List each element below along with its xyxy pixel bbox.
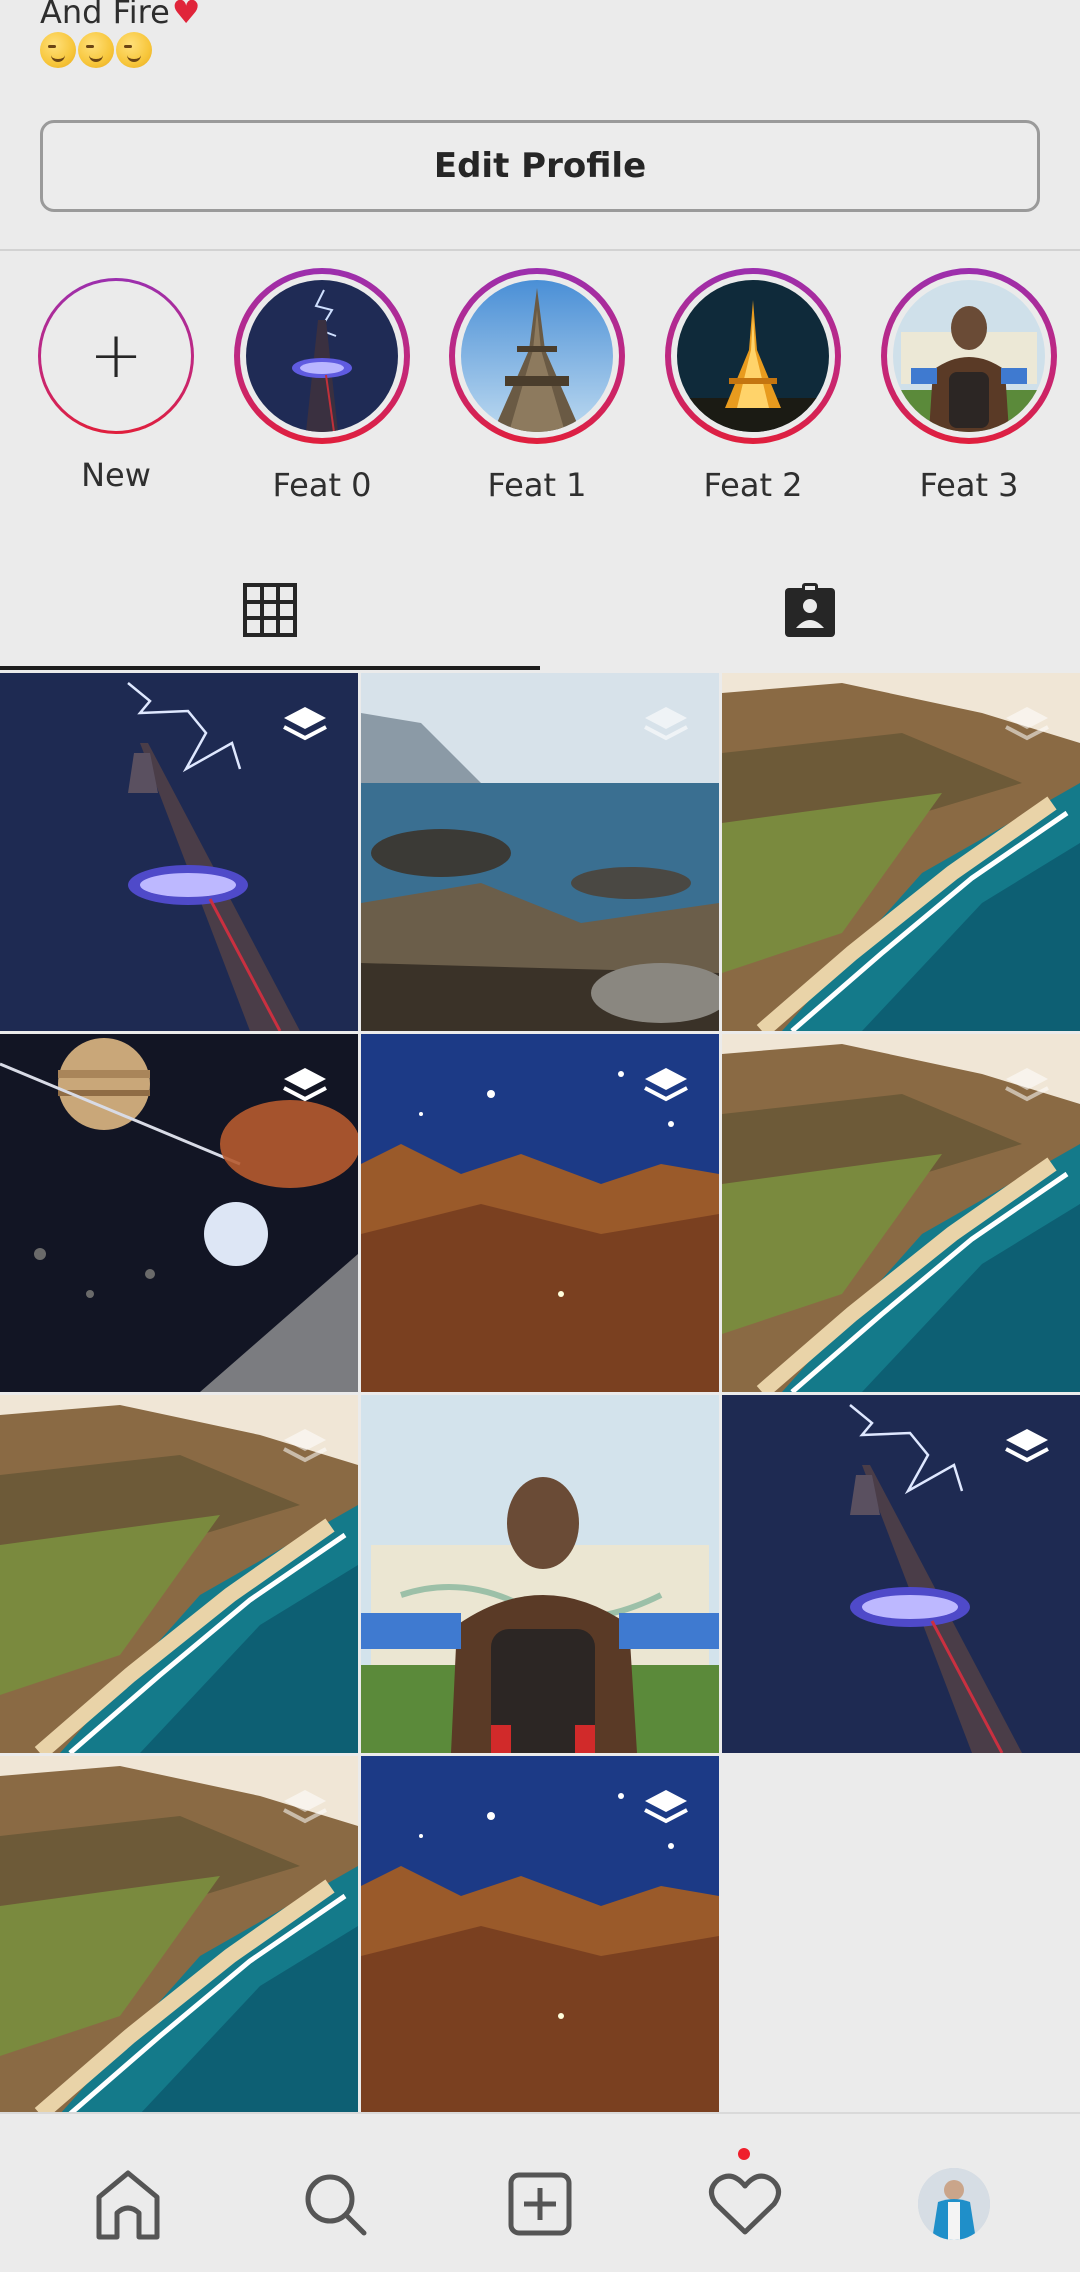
multiple-photos-icon (1005, 707, 1049, 741)
tagged-icon (785, 583, 835, 637)
multiple-photos-icon (644, 707, 688, 741)
bottom-navigation (0, 2112, 1080, 2272)
add-post-icon (508, 2172, 572, 2236)
multiple-photos-icon (1005, 1429, 1049, 1463)
highlight-label: Feat 3 (919, 466, 1019, 504)
highlight-image-eiffel-day (461, 280, 613, 432)
post-thumbnail[interactable] (722, 1034, 1080, 1392)
highlight-image-tower (246, 280, 398, 432)
post-thumbnail[interactable] (361, 1034, 719, 1392)
divider (0, 249, 1080, 251)
nav-create-post[interactable] (500, 2164, 580, 2244)
tab-tagged[interactable] (540, 550, 1080, 670)
nav-activity[interactable] (705, 2164, 785, 2244)
plus-icon: + (41, 281, 191, 431)
highlight-item[interactable]: Feat 3 (879, 262, 1059, 504)
nav-search[interactable] (295, 2164, 375, 2244)
bio-line: And Fire ♥ (40, 0, 1040, 32)
highlight-label: Feat 0 (272, 466, 372, 504)
post-thumbnail[interactable] (722, 1395, 1080, 1753)
multiple-photos-icon (283, 1429, 327, 1463)
highlight-label: Feat 2 (703, 466, 803, 504)
post-thumbnail[interactable] (361, 1395, 719, 1753)
highlight-image-eiffel-night (677, 280, 829, 432)
multiple-photos-icon (283, 1790, 327, 1824)
post-thumbnail[interactable] (361, 673, 719, 1031)
post-thumbnail[interactable] (361, 1756, 719, 2114)
multiple-photos-icon (644, 1790, 688, 1824)
smirk-emoji-icon (40, 32, 76, 68)
story-highlights: + New Feat 0 Feat 1 Feat 2 Feat 3 (0, 262, 1080, 512)
grid-icon (243, 583, 297, 637)
wink-emoji-icon (116, 32, 152, 68)
tab-grid[interactable] (0, 550, 540, 670)
post-thumbnail[interactable] (0, 673, 358, 1031)
multiple-photos-icon (283, 707, 327, 741)
highlight-new[interactable]: + New (26, 262, 206, 494)
post-thumbnail[interactable] (722, 673, 1080, 1031)
smirk-emoji-icon (78, 32, 114, 68)
highlight-item[interactable]: Feat 0 (232, 262, 412, 504)
highlight-label: New (81, 456, 151, 494)
home-icon (96, 2170, 160, 2240)
heart-icon (709, 2173, 781, 2235)
bio-emoji-row (40, 32, 1040, 68)
search-icon (305, 2174, 367, 2236)
nav-home[interactable] (88, 2164, 168, 2244)
highlight-image-traveler (893, 280, 1045, 432)
bio-text: And Fire (40, 0, 170, 31)
highlight-item[interactable]: Feat 1 (447, 262, 627, 504)
heart-emoji: ♥ (171, 0, 201, 31)
edit-profile-button[interactable]: Edit Profile (40, 120, 1040, 212)
multiple-photos-icon (644, 1068, 688, 1102)
post-thumbnail[interactable] (0, 1756, 358, 2114)
multiple-photos-icon (283, 1068, 327, 1102)
profile-avatar (918, 2168, 990, 2240)
profile-bio: And Fire ♥ (40, 0, 1040, 68)
traveler-map-image (361, 1395, 719, 1753)
profile-tabs (0, 550, 1080, 670)
highlight-item[interactable]: Feat 2 (663, 262, 843, 504)
notification-dot (738, 2148, 750, 2160)
post-thumbnail[interactable] (0, 1395, 358, 1753)
nav-profile[interactable] (914, 2164, 994, 2244)
active-tab-indicator (0, 666, 540, 670)
highlight-label: Feat 1 (487, 466, 587, 504)
multiple-photos-icon (1005, 1068, 1049, 1102)
highlight-new-ring: + (38, 278, 194, 434)
post-thumbnail[interactable] (0, 1034, 358, 1392)
